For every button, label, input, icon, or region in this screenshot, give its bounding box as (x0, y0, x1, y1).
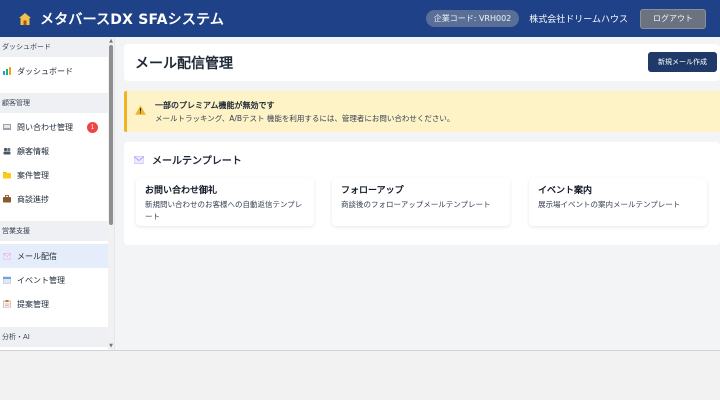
sidebar-item-label: 案件管理 (17, 170, 49, 180)
template-card-title: フォローアップ (341, 186, 404, 196)
calendar-icon (3, 276, 11, 284)
sidebar-item-mail-delivery[interactable]: メール配信 (0, 244, 108, 268)
sidebar-item-label: 問い合わせ管理 (17, 122, 73, 132)
sidebar-item-label: 顧客情報 (17, 146, 49, 156)
main-content: メール配信管理 新規メール作成 一部のプレミアム機能が無効です メールトラッキン… (116, 37, 720, 350)
template-card-description: 商談後のフォローアップメールテンプレート (341, 200, 491, 209)
template-card-title: イベント案内 (538, 186, 593, 196)
sidebar-section-sales-support: 営業支援 (0, 221, 108, 241)
inbox-icon (3, 124, 11, 130)
page-header: メール配信管理 新規メール作成 (124, 44, 720, 81)
logout-button[interactable]: ログアウト (640, 8, 706, 29)
sidebar: ダッシュボード ダッシュボード 顧客管理 問い合わせ管理 1 顧客情報 案件管理… (0, 37, 115, 350)
bar-chart-icon (3, 67, 11, 75)
template-card-description: 展示場イベントの案内メールテンプレート (538, 200, 681, 209)
briefcase-icon (3, 195, 11, 203)
users-icon (3, 147, 11, 155)
company-code-badge: 企業コード: VRH002 (425, 10, 520, 27)
template-card-event-info[interactable]: イベント案内 展示場イベントの案内メールテンプレート (529, 178, 707, 226)
template-card-follow-up[interactable]: フォローアップ 商談後のフォローアップメールテンプレート (332, 178, 510, 226)
sidebar-item-deals[interactable]: 案件管理 (0, 163, 108, 187)
app-title: メタバースDX SFAシステム (40, 11, 225, 28)
page-bottom-area (0, 350, 720, 400)
folder-icon (3, 172, 11, 179)
house-logo-icon (19, 12, 31, 25)
sidebar-section-customers: 顧客管理 (0, 93, 108, 113)
clipboard-icon (3, 300, 11, 308)
templates-heading-text: メールテンプレート (152, 156, 242, 167)
new-mail-button[interactable]: 新規メール作成 (648, 52, 717, 72)
sidebar-item-inquiries[interactable]: 問い合わせ管理 1 (0, 115, 108, 139)
sidebar-item-label: ダッシュボード (17, 66, 73, 76)
mail-templates-panel: メールテンプレート お問い合わせ御礼 新規問い合わせのお客様への自動返信テンプレ… (124, 142, 720, 245)
sidebar-item-dashboard[interactable]: ダッシュボード (0, 59, 108, 83)
template-card-inquiry-thanks[interactable]: お問い合わせ御礼 新規問い合わせのお客様への自動返信テンプレート (136, 178, 314, 226)
premium-warning-banner: 一部のプレミアム機能が無効です メールトラッキング、A/Bテスト 機能を利用する… (124, 91, 720, 132)
app-window: メタバースDX SFAシステム 企業コード: VRH002 株式会社ドリームハウ… (0, 0, 720, 400)
scroll-up-arrow-icon[interactable]: ▲ (108, 38, 114, 44)
template-card-description: 新規問い合わせのお客様への自動返信テンプレート (145, 200, 303, 221)
warning-message: メールトラッキング、A/Bテスト 機能を利用するには、管理者にお問い合わせくださ… (155, 114, 455, 123)
envelope-icon (3, 253, 11, 260)
sidebar-item-label: 提案管理 (17, 299, 49, 309)
scroll-thumb[interactable] (109, 45, 113, 225)
page-title: メール配信管理 (135, 55, 233, 72)
top-bar: メタバースDX SFAシステム 企業コード: VRH002 株式会社ドリームハウ… (0, 0, 720, 37)
templates-heading: メールテンプレート (134, 152, 242, 167)
sidebar-item-customer-info[interactable]: 顧客情報 (0, 139, 108, 163)
sidebar-scrollbar[interactable]: ▲ ▼ (108, 37, 114, 350)
sidebar-item-negotiation-progress[interactable]: 商談進捗 (0, 187, 108, 211)
top-right-area: 企業コード: VRH002 株式会社ドリームハウス ログアウト (425, 0, 706, 37)
sidebar-item-label: メール配信 (17, 251, 57, 261)
sidebar-item-label: 商談進捗 (17, 194, 49, 204)
sidebar-item-event-management[interactable]: イベント管理 (0, 268, 108, 292)
sidebar-section-dashboard: ダッシュボード (0, 37, 108, 57)
sidebar-item-label: イベント管理 (17, 275, 65, 285)
brand[interactable]: メタバースDX SFAシステム (18, 9, 224, 29)
warning-icon (135, 105, 146, 115)
notification-badge: 1 (87, 121, 98, 133)
scroll-down-arrow-icon[interactable]: ▼ (108, 343, 114, 349)
sidebar-section-analytics-ai: 分析・AI (0, 327, 108, 347)
template-card-title: お問い合わせ御礼 (145, 186, 218, 196)
company-name: 株式会社ドリームハウス (529, 15, 628, 25)
sidebar-item-proposal-management[interactable]: 提案管理 (0, 292, 108, 316)
envelope-icon (134, 155, 144, 164)
warning-title: 一部のプレミアム機能が無効です (155, 101, 275, 110)
